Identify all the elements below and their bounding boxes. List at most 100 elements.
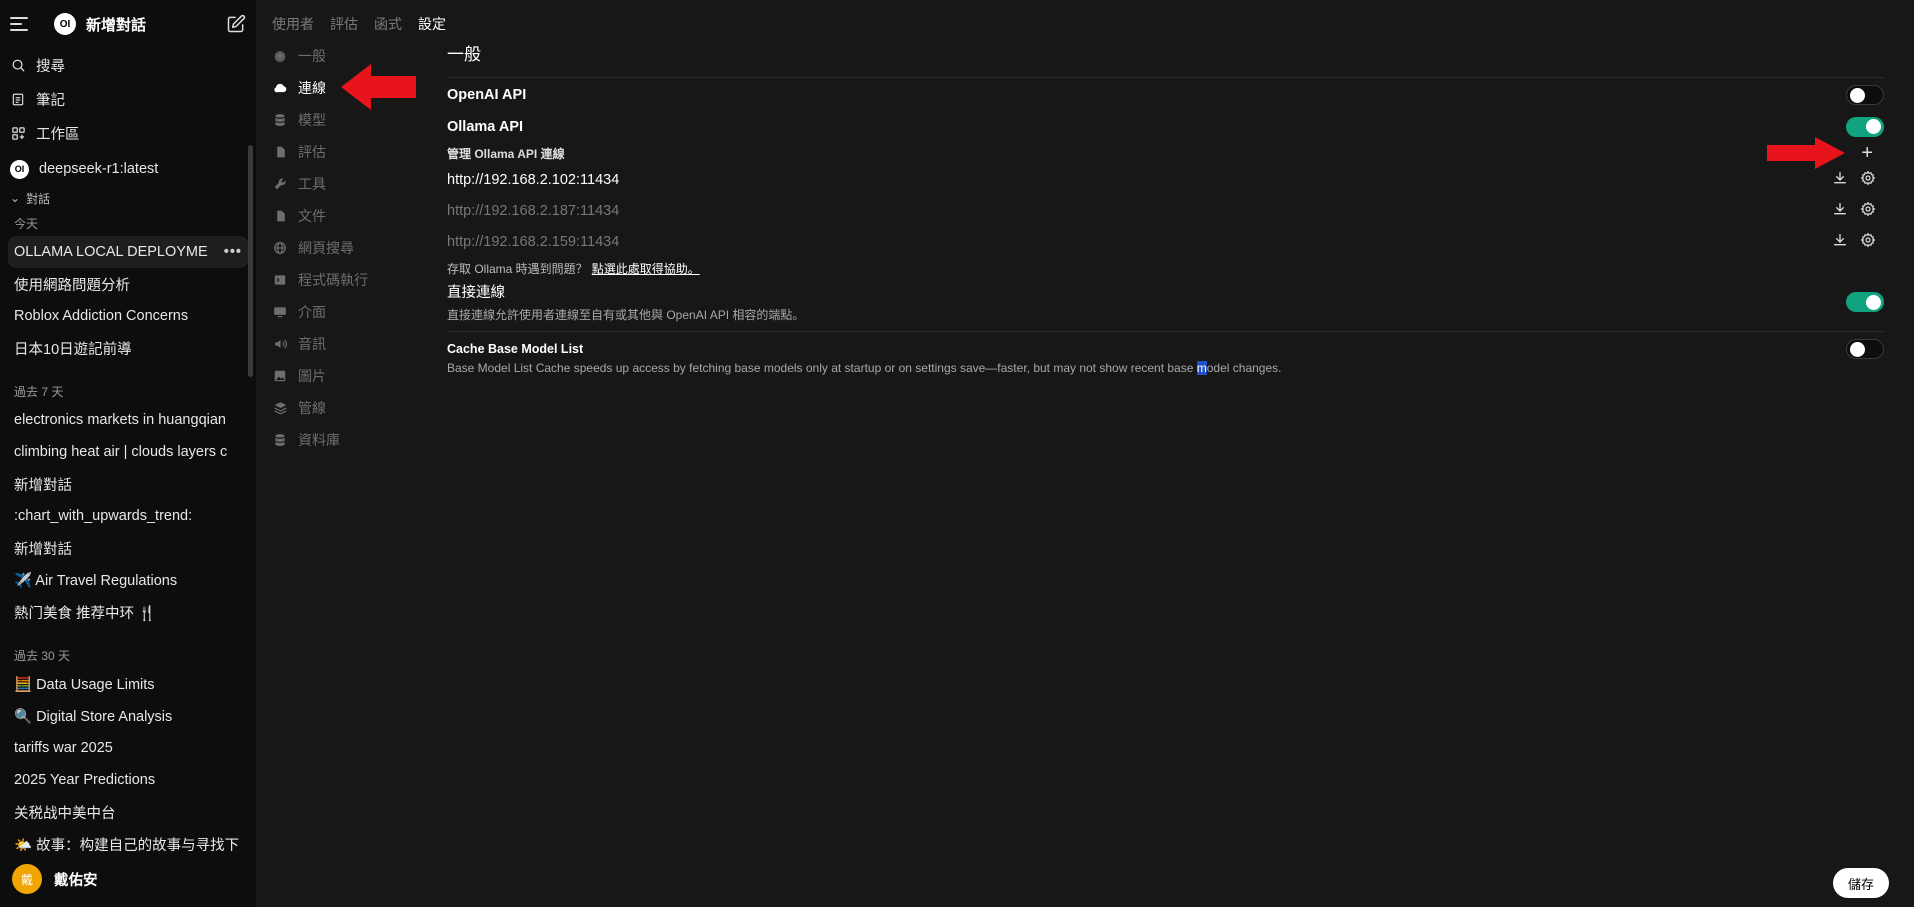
- ollama-url-input[interactable]: http://192.168.2.102:11434: [447, 172, 619, 188]
- avatar: 戴: [12, 864, 42, 894]
- tab-functions[interactable]: 函式: [374, 14, 402, 34]
- settings-nav-label: 模型: [298, 112, 326, 128]
- chat-item-title: 新增對話: [14, 541, 72, 558]
- settings-nav-tools[interactable]: 工具: [272, 168, 422, 200]
- chat-item-active[interactable]: OLLAMA LOCAL DEPLOYME •••: [8, 236, 248, 268]
- sidebar-scrollbar[interactable]: [248, 145, 253, 377]
- settings-nav-pipelines[interactable]: 管線: [272, 392, 422, 424]
- layers-icon: [272, 400, 288, 416]
- cache-base-model-row: Cache Base Model List Base Model List Ca…: [447, 338, 1884, 375]
- app-logo: OI: [54, 13, 76, 35]
- manage-ollama-label: 管理 Ollama API 連線: [447, 146, 565, 161]
- settings-nav-label: 圖片: [298, 368, 326, 384]
- chat-item[interactable]: 2025 Year Predictions: [0, 764, 256, 796]
- notes-icon: [10, 91, 26, 107]
- chat-item-title: 🔍 Digital Store Analysis: [14, 708, 173, 725]
- add-connection-button[interactable]: +: [1861, 143, 1884, 163]
- gear-icon[interactable]: [1860, 232, 1876, 251]
- admin-tabs: 使用者 評估 函式 設定: [272, 14, 446, 34]
- ollama-api-toggle[interactable]: [1846, 116, 1884, 137]
- ollama-api-row: Ollama API: [447, 111, 1884, 142]
- download-icon[interactable]: [1832, 201, 1848, 220]
- chat-item-title: ✈️ Air Travel Regulations: [14, 572, 178, 589]
- help-link[interactable]: 點選此處取得協助。: [592, 260, 700, 277]
- settings-nav-label: 評估: [298, 144, 326, 160]
- speaker-icon: [272, 336, 288, 352]
- chat-item[interactable]: 🔍 Digital Store Analysis: [0, 700, 256, 732]
- settings-nav-web-search[interactable]: 網頁搜尋: [272, 232, 422, 264]
- tab-evaluations[interactable]: 評估: [330, 14, 358, 34]
- save-button[interactable]: 儲存: [1833, 868, 1889, 898]
- settings-nav-evaluations[interactable]: 評估: [272, 136, 422, 168]
- chat-item-title: 熱门美食 推荐中环 🍴: [14, 605, 157, 622]
- settings-nav-label: 連線: [298, 80, 326, 96]
- edit-icon[interactable]: [226, 14, 246, 34]
- new-chat-label[interactable]: 新增對話: [86, 14, 216, 35]
- chat-item[interactable]: 关税战中美中台: [0, 796, 256, 828]
- chat-item-title: Roblox Addiction Concerns: [14, 308, 189, 324]
- chat-item[interactable]: climbing heat air | clouds layers c: [0, 436, 256, 468]
- chat-item[interactable]: tariffs war 2025: [0, 732, 256, 764]
- chat-item[interactable]: :chart_with_upwards_trend:: [0, 500, 256, 532]
- download-icon[interactable]: [1832, 232, 1848, 251]
- search-icon: [10, 57, 26, 73]
- menu-icon[interactable]: [10, 17, 28, 31]
- divider: [447, 331, 1884, 332]
- chat-item-title: tariffs war 2025: [14, 740, 113, 756]
- ollama-url-input[interactable]: http://192.168.2.159:11434: [447, 234, 619, 250]
- chat-item[interactable]: ✈️ Air Travel Regulations: [0, 564, 256, 596]
- cache-base-model-toggle[interactable]: [1846, 338, 1884, 359]
- sidebar-item-notes[interactable]: 筆記: [0, 82, 256, 116]
- settings-nav-label: 資料庫: [298, 432, 340, 448]
- doc-icon: [272, 208, 288, 224]
- sidebar-model-item[interactable]: OI deepseek-r1:latest: [0, 152, 256, 186]
- monitor-icon: [272, 304, 288, 320]
- direct-connection-toggle[interactable]: [1846, 292, 1884, 312]
- settings-nav-database[interactable]: 資料庫: [272, 424, 422, 456]
- openai-api-toggle[interactable]: [1846, 85, 1884, 105]
- settings-nav-label: 音訊: [298, 336, 326, 352]
- user-menu[interactable]: 戴 戴佑安: [0, 851, 256, 907]
- chat-group-label: 今天: [14, 216, 39, 231]
- file-icon: [272, 144, 288, 160]
- chat-item[interactable]: 熱门美食 推荐中环 🍴: [0, 596, 256, 628]
- section-title: 一般: [447, 45, 481, 64]
- tab-settings[interactable]: 設定: [418, 14, 446, 34]
- tab-users[interactable]: 使用者: [272, 14, 314, 34]
- gear-icon[interactable]: [1860, 201, 1876, 220]
- chat-item[interactable]: 新增對話: [0, 532, 256, 564]
- direct-connection-label: 直接連線: [447, 285, 505, 301]
- sidebar-item-label: 搜尋: [36, 58, 65, 75]
- chat-item[interactable]: 🧮 Data Usage Limits: [0, 668, 256, 700]
- settings-nav-label: 工具: [298, 176, 326, 192]
- conversations-toggle[interactable]: ⌄ 對話: [0, 186, 256, 210]
- chat-item-title: 2025 Year Predictions: [14, 772, 156, 788]
- more-options-icon[interactable]: •••: [224, 244, 242, 260]
- chat-item[interactable]: 使用網路問題分析: [0, 268, 256, 300]
- chevron-down-icon: ⌄: [10, 191, 21, 205]
- chat-item[interactable]: electronics markets in huangqian: [0, 404, 256, 436]
- download-icon[interactable]: [1832, 170, 1848, 189]
- chat-item[interactable]: 新增對話: [0, 468, 256, 500]
- sidebar-item-label: 筆記: [36, 92, 65, 109]
- sidebar-item-workspace[interactable]: 工作區: [0, 116, 256, 150]
- cache-base-model-text: Cache Base Model List Base Model List Ca…: [447, 342, 1281, 375]
- direct-connection-row: 直接連線 直接連線允許使用者連線至自有或其他與 OpenAI API 相容的端點…: [447, 281, 1884, 323]
- ollama-url-input[interactable]: http://192.168.2.187:11434: [447, 203, 619, 219]
- divider: [447, 77, 1884, 78]
- model-logo-icon: OI: [10, 159, 29, 179]
- chat-item[interactable]: Roblox Addiction Concerns: [0, 300, 256, 332]
- settings-nav-documents[interactable]: 文件: [272, 200, 422, 232]
- sidebar: OI 新增對話 搜尋 筆記 工作區 OI deepseek-r1:latest …: [0, 0, 256, 907]
- settings-nav-audio[interactable]: 音訊: [272, 328, 422, 360]
- chat-item-title: OLLAMA LOCAL DEPLOYME: [14, 244, 208, 260]
- settings-nav-code-execution[interactable]: 程式碼執行: [272, 264, 422, 296]
- chat-item[interactable]: 日本10日遊記前導: [0, 332, 256, 364]
- direct-connection-text: 直接連線 直接連線允許使用者連線至自有或其他與 OpenAI API 相容的端點…: [447, 281, 804, 323]
- settings-nav-images[interactable]: 圖片: [272, 360, 422, 392]
- red-arrow-left-icon: [341, 64, 416, 110]
- gear-icon[interactable]: [1860, 170, 1876, 189]
- sidebar-item-search[interactable]: 搜尋: [0, 48, 256, 82]
- settings-nav-interface[interactable]: 介面: [272, 296, 422, 328]
- wrench-icon: [272, 176, 288, 192]
